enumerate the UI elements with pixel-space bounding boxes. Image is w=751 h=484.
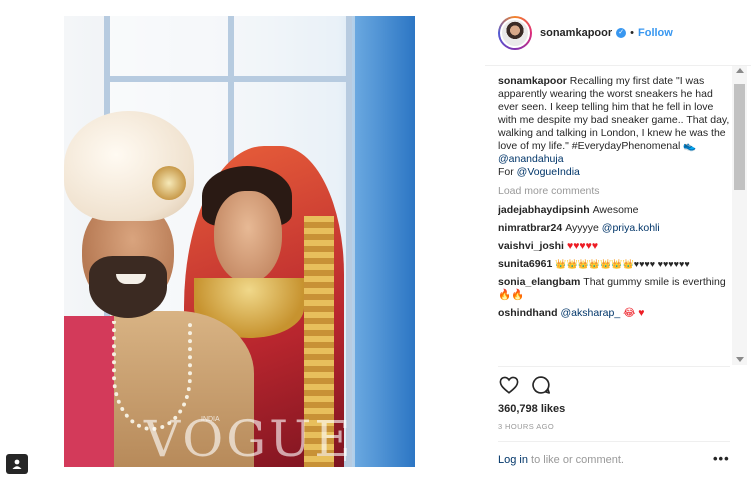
heart-icon	[499, 376, 519, 394]
caption-username-link[interactable]: sonamkapoor	[498, 75, 567, 87]
groom-turban-brooch	[152, 166, 186, 200]
scroll-down-arrow-icon[interactable]	[736, 357, 744, 362]
comment-text: Awesome	[592, 204, 639, 216]
post-side-panel: sonamkapoor ✓ • Follow sonamkapoor Recal…	[485, 0, 751, 484]
comment-text: 👑👑👑👑👑👑👑♥♥♥♥ ♥♥♥♥♥♥	[555, 259, 690, 269]
more-options-button[interactable]: •••	[713, 451, 730, 466]
comment-mention-link[interactable]: @aksharap_	[561, 307, 621, 319]
follow-button[interactable]: Follow	[638, 27, 673, 39]
comment-username-link[interactable]: jadejabhaydipsinh	[498, 204, 590, 216]
comment-item: nimratbrar24 Ayyyye @priya.kohli	[498, 222, 730, 235]
comment-username-link[interactable]: sunita6961	[498, 258, 552, 270]
comments-list[interactable]: sonamkapoor Recalling my first date "I w…	[498, 75, 730, 365]
vogue-watermark: VOGUE	[144, 410, 354, 467]
scrollbar-thumb[interactable]	[734, 84, 745, 190]
comment-bubble-icon	[532, 376, 550, 394]
avatar-image	[500, 18, 530, 48]
comments-scrollbar[interactable]	[732, 66, 747, 365]
comment-item: sunita6961 👑👑👑👑👑👑👑♥♥♥♥ ♥♥♥♥♥♥	[498, 258, 730, 271]
comment-text: 😂 ♥	[620, 307, 645, 319]
comment-username-link[interactable]: vaishvi_joshi	[498, 240, 564, 252]
likes-count[interactable]: 360,798 likes	[498, 403, 565, 415]
caption-vogue-mention-link[interactable]: @VogueIndia	[517, 166, 580, 178]
like-button[interactable]	[498, 374, 520, 396]
comment-text: Ayyyye	[565, 222, 602, 234]
post-header: sonamkapoor ✓ • Follow	[485, 0, 751, 66]
scroll-up-arrow-icon[interactable]	[736, 68, 744, 73]
bride-face	[214, 191, 282, 283]
login-link[interactable]: Log in	[498, 454, 528, 466]
groom-beard	[89, 256, 167, 318]
post-photo[interactable]: VOGUE INDIA	[64, 16, 415, 467]
actions-divider	[498, 366, 730, 367]
comment-username-link[interactable]: oshindhand	[498, 307, 558, 319]
login-prompt: Log in to like or comment.	[498, 454, 624, 466]
load-more-comments-button[interactable]: Load more comments	[498, 185, 730, 198]
tagged-people-button[interactable]	[6, 454, 28, 474]
background-pillar	[355, 16, 415, 467]
comment-item: oshindhand @aksharap_ 😂 ♥	[498, 307, 730, 320]
comment-username-link[interactable]: sonia_elangbam	[498, 276, 580, 288]
footer-divider	[498, 441, 730, 442]
avatar[interactable]	[498, 16, 532, 50]
login-suffix: to like or comment.	[527, 454, 624, 466]
comment-button[interactable]	[530, 374, 552, 396]
comment-item: jadejabhaydipsinh Awesome	[498, 204, 730, 217]
groom-stole	[64, 316, 114, 467]
header-username-row: sonamkapoor ✓ • Follow	[540, 27, 673, 39]
comment-hearts: ♥♥♥♥♥	[566, 240, 599, 252]
person-tag-icon	[12, 459, 22, 469]
comment-item: vaishvi_joshi ♥♥♥♥♥	[498, 240, 730, 253]
comment-item: sonia_elangbam That gummy smile is everth…	[498, 276, 730, 302]
comment-mention-link[interactable]: @priya.kohli	[602, 222, 660, 234]
post-timestamp[interactable]: 3 HOURS AGO	[498, 422, 554, 431]
vogue-watermark-sub: INDIA	[201, 416, 220, 423]
verified-badge-icon: ✓	[616, 28, 627, 38]
caption-mention-link[interactable]: @anandahuja	[498, 153, 564, 165]
post-caption: sonamkapoor Recalling my first date "I w…	[498, 75, 730, 179]
post-actions	[498, 374, 552, 396]
header-separator: •	[630, 27, 634, 39]
comment-username-link[interactable]: nimratbrar24	[498, 222, 562, 234]
header-username-link[interactable]: sonamkapoor	[540, 27, 612, 39]
caption-for-prefix: For	[498, 166, 517, 178]
